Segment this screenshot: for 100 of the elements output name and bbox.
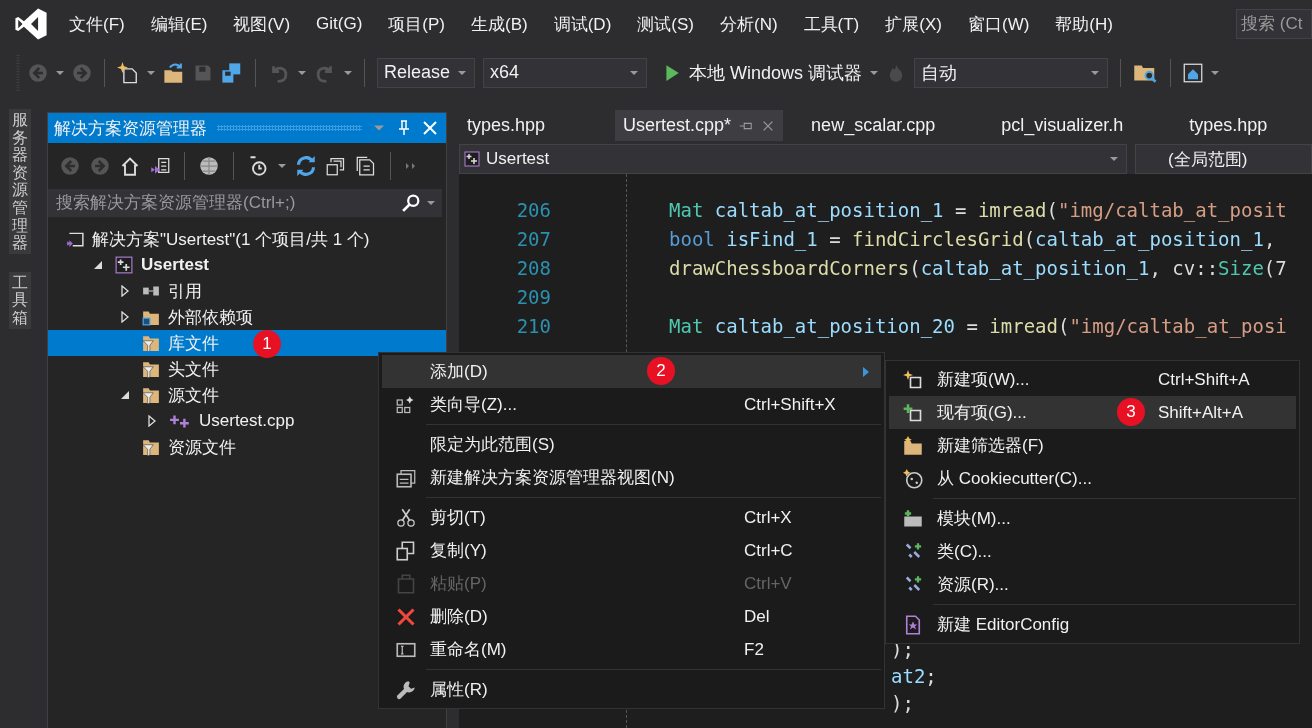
save-all-icon[interactable] bbox=[221, 61, 243, 84]
caret-icon[interactable] bbox=[344, 68, 352, 77]
editor-tab[interactable]: Usertest.cpp* bbox=[615, 110, 784, 141]
tree-item[interactable]: 库文件 1 bbox=[48, 330, 446, 356]
run-button[interactable]: 本地 Windows 调试器 bbox=[663, 60, 863, 85]
pin-icon[interactable] bbox=[396, 120, 412, 136]
scope-dropdown[interactable]: (全局范围) bbox=[1135, 144, 1312, 174]
caret-icon[interactable] bbox=[1211, 68, 1220, 77]
sync-icon[interactable] bbox=[296, 156, 316, 176]
caret-icon bbox=[426, 199, 436, 207]
caret-icon[interactable] bbox=[278, 162, 286, 170]
caret-icon[interactable] bbox=[56, 68, 64, 77]
menu-item[interactable]: 测试(S) bbox=[624, 12, 707, 36]
project-dropdown[interactable]: Usertest bbox=[459, 144, 1127, 174]
menu-item[interactable]: 窗口(W) bbox=[954, 12, 1043, 36]
code-line: ); bbox=[891, 691, 914, 714]
menu-item[interactable]: 现有项(G)... 3 Shift+Alt+A bbox=[889, 396, 1296, 429]
menu-item[interactable]: 编辑(E) bbox=[137, 12, 221, 36]
clock-icon[interactable] bbox=[248, 156, 268, 176]
menu-item[interactable]: 项目(P) bbox=[375, 12, 458, 36]
menu-item[interactable]: 扩展(X) bbox=[872, 12, 955, 36]
editor-tab[interactable]: new_scalar.cpp bbox=[803, 110, 944, 141]
caret-icon[interactable] bbox=[870, 68, 879, 77]
code-line: drawChessboardCorners(caltab_at_position_1, cv::Size(7 bbox=[669, 256, 1287, 279]
caret-icon bbox=[1091, 68, 1100, 77]
caret-icon[interactable] bbox=[298, 68, 306, 77]
line-number: 209 bbox=[515, 285, 551, 308]
menu-item[interactable]: 限定为此范围(S) bbox=[382, 428, 881, 461]
more-icon[interactable] bbox=[405, 162, 417, 170]
line-number: 208 bbox=[515, 256, 551, 279]
caret-icon[interactable] bbox=[147, 68, 155, 77]
menu-item[interactable]: 重命名(M) F2 bbox=[382, 633, 881, 666]
shortcut-text: Ctrl+Shift+X bbox=[744, 394, 837, 415]
code-line: bool isFind_1 = findCirclesGrid(caltab_at_position_1, bbox=[669, 227, 1276, 250]
copy-icon bbox=[396, 540, 416, 561]
home-window-icon[interactable] bbox=[1183, 62, 1204, 83]
menu-item[interactable]: 新建 EditorConfig bbox=[889, 608, 1296, 641]
menu-item[interactable]: 新建项(W)... Ctrl+Shift+A bbox=[889, 363, 1296, 396]
menu-item[interactable]: 分析(N) bbox=[706, 12, 791, 36]
solution-icon bbox=[66, 230, 84, 248]
search-field[interactable]: 搜索 (Ct bbox=[1236, 9, 1312, 39]
step-badge: 1 bbox=[253, 330, 281, 358]
shortcut-text: Ctrl+V bbox=[744, 573, 793, 594]
windows-icon bbox=[396, 467, 416, 488]
menu-item[interactable]: 工具(T) bbox=[790, 12, 873, 36]
copy-icon[interactable] bbox=[356, 156, 376, 176]
tree-item[interactable]: 解决方案"Usertest"(1 个项目/共 1 个) bbox=[66, 226, 446, 252]
menu-item[interactable]: 添加(D) 2 bbox=[382, 355, 881, 388]
menu-item[interactable]: 调试(D) bbox=[540, 12, 625, 36]
close-icon[interactable] bbox=[422, 120, 438, 136]
project-icon bbox=[464, 151, 480, 167]
menu-item[interactable]: 类向导(Z)... Ctrl+Shift+X bbox=[382, 388, 881, 421]
side-tab[interactable]: 工具箱 bbox=[9, 271, 31, 329]
caret-icon bbox=[630, 68, 638, 77]
code-line: at2; bbox=[891, 664, 937, 687]
menu-item[interactable]: Git(G) bbox=[303, 14, 376, 34]
shortcut-text: Shift+Alt+A bbox=[1158, 402, 1245, 423]
tree-item[interactable]: 引用 bbox=[66, 278, 446, 304]
collapse-icon[interactable] bbox=[326, 156, 346, 176]
scissors-icon bbox=[396, 507, 416, 528]
shortcut-text: Ctrl+C bbox=[744, 540, 794, 561]
open-folder-icon[interactable] bbox=[163, 61, 185, 84]
side-tab[interactable]: 服务器资源管理器 bbox=[9, 109, 31, 254]
menu-item[interactable]: 类(C)... bbox=[889, 535, 1296, 568]
expand-arrow-icon bbox=[147, 415, 157, 427]
tree-item[interactable]: Usertest bbox=[66, 252, 446, 278]
menu-item[interactable]: 剪切(T) Ctrl+X bbox=[382, 501, 881, 534]
menu-item[interactable]: 资源(R)... bbox=[889, 568, 1296, 601]
search-icon bbox=[402, 194, 420, 212]
menu-item[interactable]: 从 Cookiecutter(C)... bbox=[889, 462, 1296, 495]
code-line: Mat caltab_at_position_1 = imread("img/caltab_at_posit bbox=[669, 198, 1287, 221]
switch-view-icon[interactable] bbox=[150, 156, 170, 176]
menu-item[interactable]: 帮助(H) bbox=[1042, 12, 1126, 36]
filter-folder-icon bbox=[142, 360, 160, 378]
editor-tab[interactable]: types.hpp bbox=[1181, 110, 1276, 141]
configuration-dropdown[interactable]: Release bbox=[377, 57, 475, 88]
menu-item[interactable]: 新建解决方案资源管理器视图(N) bbox=[382, 461, 881, 494]
menu-item[interactable]: 新建筛选器(F) bbox=[889, 429, 1296, 462]
search-field[interactable]: 搜索解决方案资源管理器(Ctrl+;) bbox=[48, 189, 442, 217]
new-item-icon bbox=[903, 369, 923, 390]
editor-tab[interactable]: types.hpp bbox=[459, 110, 554, 141]
filter-folder-icon bbox=[142, 334, 160, 352]
menu-item[interactable]: 文件(F) bbox=[56, 12, 138, 36]
menu-item[interactable]: 复制(Y) Ctrl+C bbox=[382, 534, 881, 567]
platform-dropdown[interactable]: x64 bbox=[483, 57, 647, 88]
mode-dropdown[interactable]: 自动 bbox=[914, 57, 1109, 88]
home-icon[interactable] bbox=[120, 156, 140, 176]
globe-icon[interactable] bbox=[199, 156, 219, 176]
menu-item[interactable]: 属性(R) bbox=[382, 673, 881, 706]
menu-item[interactable]: 生成(B) bbox=[458, 12, 541, 36]
new-file-icon[interactable] bbox=[117, 61, 139, 84]
expand-arrow-icon bbox=[120, 285, 130, 297]
menu-item[interactable]: 视图(V) bbox=[220, 12, 304, 36]
caret-icon bbox=[1110, 155, 1118, 163]
menu-item[interactable]: 删除(D) Del bbox=[382, 600, 881, 633]
tree-item[interactable]: 外部依赖项 bbox=[66, 304, 446, 330]
module-icon bbox=[903, 508, 923, 529]
menu-item[interactable]: 模块(M)... bbox=[889, 502, 1296, 535]
shortcut-text: F2 bbox=[744, 639, 765, 660]
editor-tab[interactable]: pcl_visualizer.h bbox=[993, 110, 1132, 141]
